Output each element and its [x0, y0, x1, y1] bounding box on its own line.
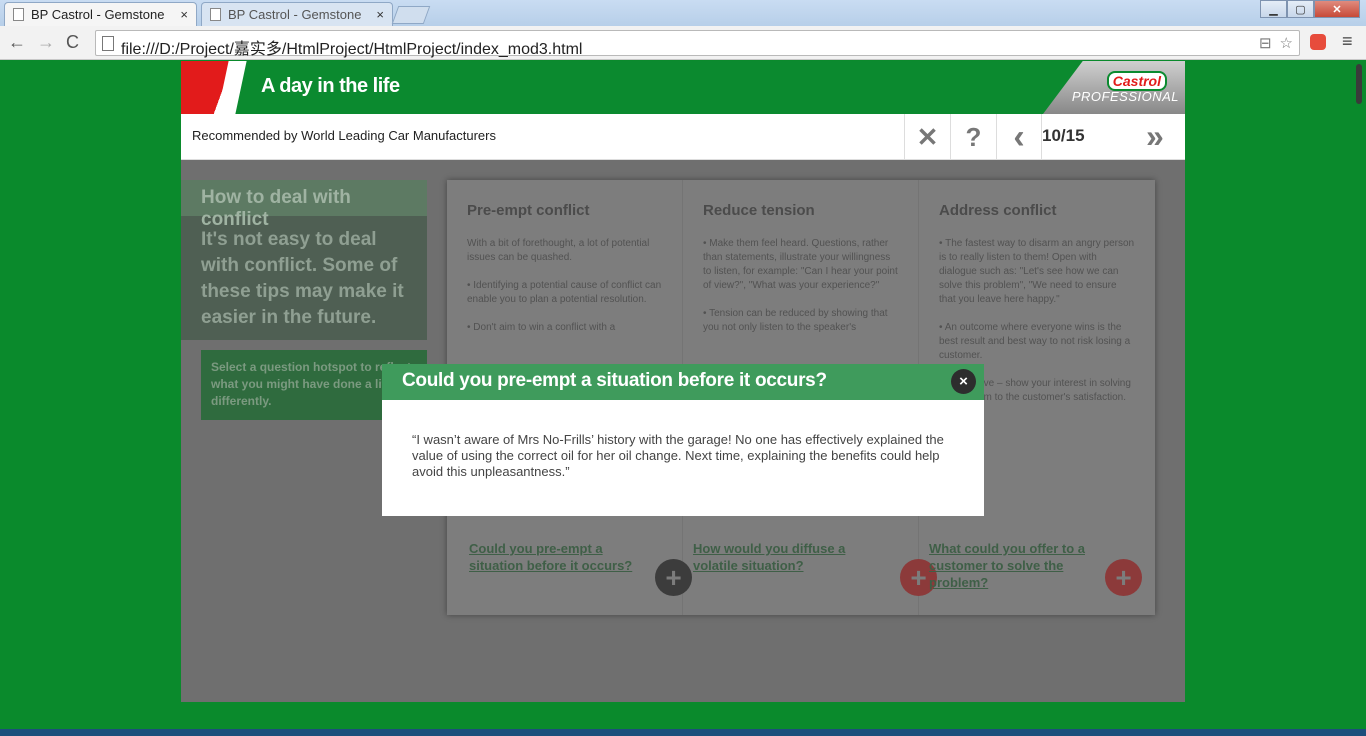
- window-close-button[interactable]: ✕: [1314, 0, 1360, 18]
- minimize-button[interactable]: ▁: [1260, 0, 1287, 18]
- intro-body: It's not easy to deal with conflict. Som…: [201, 229, 404, 328]
- file-icon: [102, 36, 114, 51]
- logo-brand: Castrol: [1106, 71, 1167, 91]
- castrol-logo: Castrol PROFESSIONAL: [1043, 61, 1185, 114]
- maximize-button[interactable]: ▢: [1287, 0, 1314, 18]
- translate-icon[interactable]: ⊟: [1259, 34, 1272, 52]
- extension-icon[interactable]: [1310, 34, 1326, 50]
- popup-close-button[interactable]: ×: [951, 369, 976, 394]
- tip-paragraph: • Make them feel heard. Questions, rathe…: [703, 238, 898, 291]
- forward-icon[interactable]: →: [37, 32, 55, 53]
- page-icon: [13, 8, 24, 21]
- tab-close-icon[interactable]: ×: [376, 7, 384, 22]
- question-hotspot-link[interactable]: How would you diffuse a volatile situati…: [693, 540, 878, 574]
- address-bar[interactable]: file:///D:/Project/嘉实多/HtmlProject/HtmlP…: [95, 30, 1300, 58]
- tip-title: Pre-empt conflict: [467, 202, 590, 219]
- intro-heading: How to deal with conflict: [181, 180, 427, 230]
- browser-toolbar: ← → C file:///D:/Project/嘉实多/HtmlProject…: [0, 26, 1366, 60]
- prev-page-button[interactable]: ‹: [996, 114, 1042, 160]
- question-popup: Could you pre-empt a situation before it…: [382, 364, 984, 516]
- course-subtitle: Recommended by World Leading Car Manufac…: [192, 128, 496, 143]
- question-hotspot-link[interactable]: What could you offer to a customer to so…: [929, 540, 1089, 591]
- question-hotspot-link[interactable]: Could you pre-empt a situation before it…: [469, 540, 654, 574]
- window-controls: ▁ ▢ ✕: [1260, 0, 1360, 18]
- tip-paragraph: • The fastest way to disarm an angry per…: [939, 238, 1135, 305]
- new-tab-button[interactable]: [391, 6, 431, 24]
- browser-tab-active[interactable]: BP Castrol - Gemstone ×: [4, 2, 197, 26]
- page-counter: 10/15: [1042, 126, 1085, 145]
- omnibox-icons: ⊟ ☆: [1259, 34, 1293, 52]
- tab-title: BP Castrol - Gemstone: [31, 7, 165, 22]
- tip-title: Address conflict: [939, 202, 1057, 219]
- intro-card: How to deal with conflict It's not easy …: [181, 180, 427, 340]
- exit-course-button[interactable]: ✕: [904, 114, 950, 160]
- menu-icon[interactable]: ≡: [1342, 31, 1353, 52]
- popup-title: Could you pre-empt a situation before it…: [382, 364, 984, 400]
- tab-title: BP Castrol - Gemstone: [228, 7, 362, 22]
- page-scrollbar[interactable]: [1352, 61, 1366, 729]
- tip-paragraph: • Tension can be reduced by showing that…: [703, 308, 888, 333]
- os-taskbar: [0, 729, 1366, 736]
- scrollbar-thumb[interactable]: [1356, 64, 1362, 104]
- popup-text: “I wasn’t aware of Mrs No-Frills’ histor…: [412, 432, 944, 479]
- tip-paragraph: • Identifying a potential cause of confl…: [467, 280, 662, 305]
- tip-paragraph: • Don't aim to win a conflict with a: [467, 322, 616, 333]
- course-toolbar: Recommended by World Leading Car Manufac…: [181, 114, 1185, 160]
- logo-sub: PROFESSIONAL: [1071, 89, 1179, 104]
- page-icon: [210, 8, 221, 21]
- plus-icon[interactable]: +: [1105, 559, 1142, 596]
- bookmark-star-icon[interactable]: ☆: [1280, 34, 1293, 52]
- course-header: A day in the life Castrol PROFESSIONAL: [181, 61, 1185, 114]
- course-title: A day in the life: [261, 75, 400, 97]
- help-button[interactable]: ?: [950, 114, 996, 160]
- browser-tab[interactable]: BP Castrol - Gemstone ×: [201, 2, 393, 26]
- browser-tab-bar: BP Castrol - Gemstone × BP Castrol - Gem…: [0, 0, 1366, 26]
- url-text: file:///D:/Project/嘉实多/HtmlProject/HtmlP…: [121, 41, 583, 58]
- next-page-button[interactable]: »: [1146, 118, 1164, 155]
- back-icon[interactable]: ←: [8, 32, 26, 53]
- tab-close-icon[interactable]: ×: [180, 7, 188, 22]
- tip-paragraph: • An outcome where everyone wins is the …: [939, 322, 1131, 361]
- tip-title: Reduce tension: [703, 202, 815, 219]
- reload-icon[interactable]: C: [66, 32, 79, 53]
- tip-paragraph: With a bit of forethought, a lot of pote…: [467, 238, 650, 263]
